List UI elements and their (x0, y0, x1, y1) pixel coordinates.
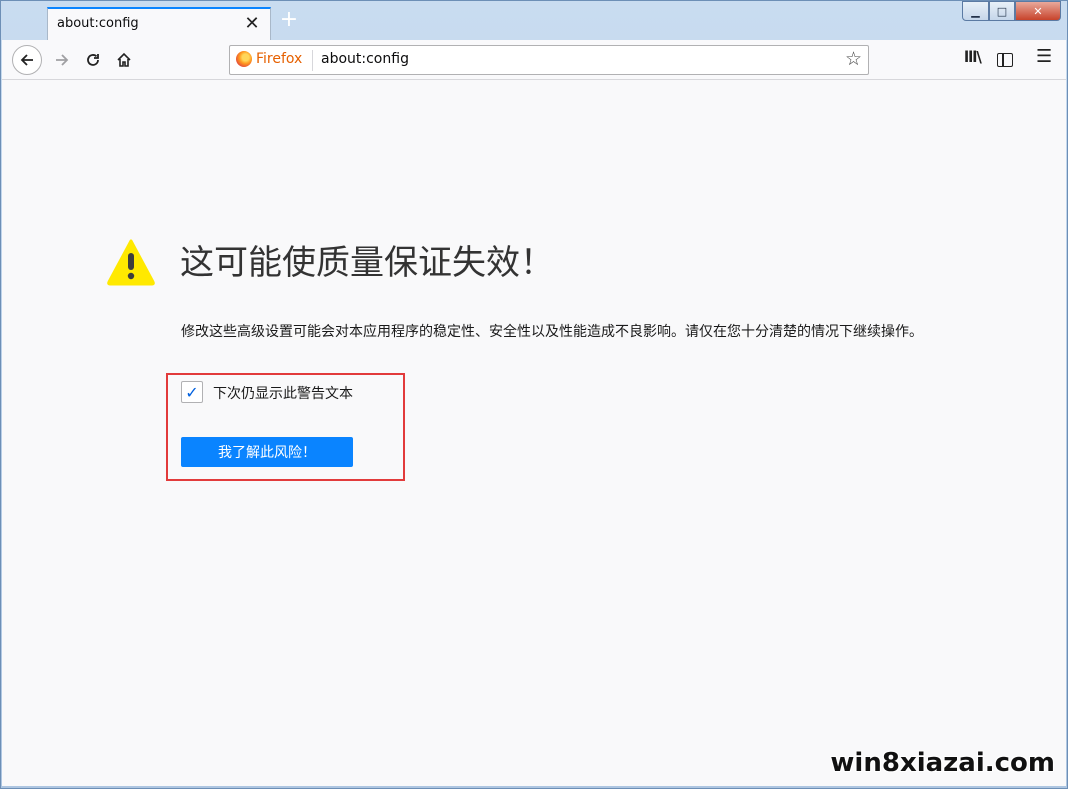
reload-button[interactable] (78, 45, 108, 75)
firefox-logo-icon (236, 51, 252, 67)
url-bar[interactable]: Firefox about:config ☆ (229, 45, 869, 75)
warning-icon (107, 239, 155, 286)
forward-button[interactable] (47, 45, 77, 75)
hamburger-menu-icon[interactable]: ☰ (1036, 46, 1052, 67)
bookmark-star-icon[interactable]: ☆ (845, 48, 862, 70)
window-controls: ▁ □ ✕ (962, 1, 1061, 21)
browser-window: about:config ✕ + ▁ □ ✕ Firefox about:con… (0, 0, 1068, 789)
close-window-button[interactable]: ✕ (1015, 1, 1061, 21)
nav-toolbar: Firefox about:config ☆ lll\ ☰ (2, 40, 1066, 80)
reload-icon (87, 54, 99, 66)
show-warning-label[interactable]: 下次仍显示此警告文本 (213, 383, 353, 403)
sidebar-icon[interactable] (997, 53, 1013, 67)
new-tab-button[interactable]: + (277, 7, 301, 32)
minimize-button[interactable]: ▁ (962, 1, 989, 21)
warning-title: 这可能使质量保证失效！ (180, 243, 554, 283)
home-icon (117, 52, 131, 67)
home-button[interactable] (109, 45, 139, 75)
back-arrow-icon (20, 54, 33, 66)
identity-box[interactable]: Firefox (236, 51, 302, 67)
maximize-button[interactable]: □ (989, 1, 1015, 21)
identity-divider (312, 50, 313, 71)
show-warning-checkbox[interactable]: ✓ (181, 381, 203, 403)
tab-close-icon[interactable]: ✕ (242, 13, 262, 34)
identity-label: Firefox (256, 51, 303, 67)
forward-arrow-icon (56, 54, 69, 66)
tab-about-config[interactable]: about:config ✕ (47, 7, 271, 41)
tab-title: about:config (57, 16, 139, 31)
checkmark-icon: ✓ (185, 382, 199, 402)
page-content: 这可能使质量保证失效！ 修改这些高级设置可能会对本应用程序的稳定性、安全性以及性… (2, 80, 1066, 786)
back-button[interactable] (12, 45, 42, 75)
url-input[interactable]: about:config (321, 51, 409, 67)
library-icon[interactable]: lll\ (964, 48, 982, 66)
accept-risk-button[interactable]: 我了解此风险！ (181, 437, 353, 467)
watermark: win8xiazai.com (830, 748, 1055, 778)
warning-description: 修改这些高级设置可能会对本应用程序的稳定性、安全性以及性能造成不良影响。请仅在您… (181, 324, 923, 340)
